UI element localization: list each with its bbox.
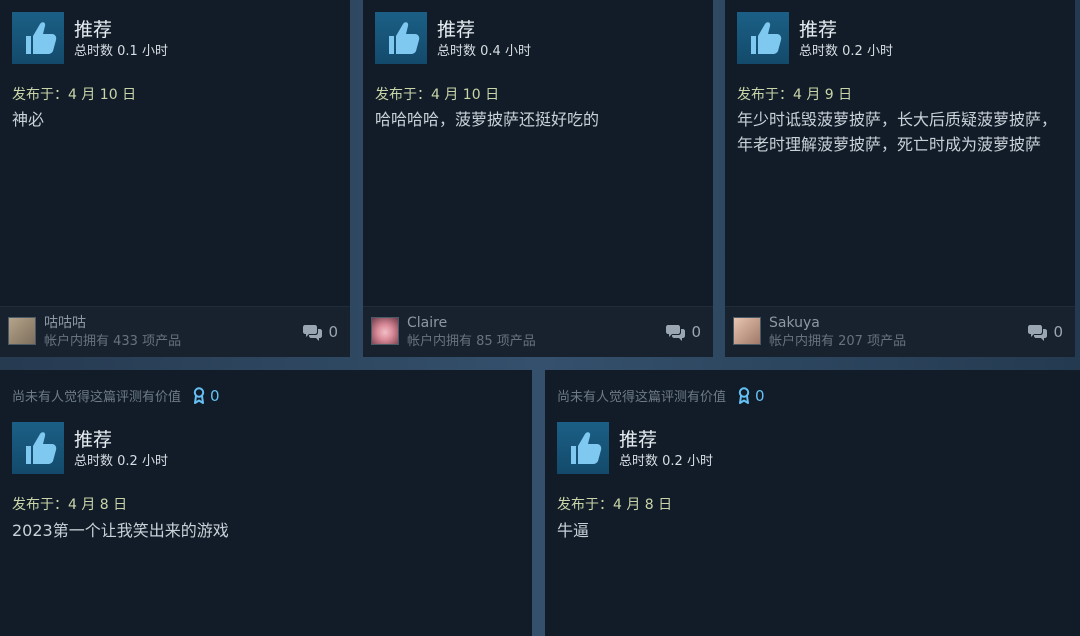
- playtime: 总时数 0.4 小时: [437, 44, 531, 59]
- posted-date: 发布于：4 月 8 日: [557, 497, 673, 513]
- comment-bubble-icon: [303, 324, 323, 341]
- posted-date: 发布于：4 月 9 日: [737, 87, 853, 103]
- review-text-line: 牛逼: [557, 521, 590, 540]
- comments-link[interactable]: 0: [666, 323, 701, 341]
- review-author-bar: Sakuya 帐户内拥有 207 项产品 0: [725, 306, 1075, 357]
- review-header: 推荐 总时数 0.4 小时: [375, 12, 531, 64]
- review-text: 2023第一个让我笑出来的游戏: [12, 518, 229, 543]
- review-card: 推荐 总时数 0.1 小时 发布于：4 月 10 日 神必 咕咕咕 帐户内拥有 …: [0, 0, 350, 357]
- playtime: 总时数 0.2 小时: [619, 454, 713, 469]
- review-text-line: 年老时理解菠萝披萨，死亡时成为菠萝披萨: [737, 135, 1042, 154]
- posted-date: 发布于：4 月 10 日: [12, 87, 137, 103]
- award-button[interactable]: 0: [193, 387, 220, 405]
- reviews-grid: 推荐 总时数 0.1 小时 发布于：4 月 10 日 神必 咕咕咕 帐户内拥有 …: [0, 0, 1080, 636]
- review-text-line: 年少时诋毁菠萝披萨，长大后质疑菠萝披萨，: [737, 110, 1058, 129]
- review-text-line: 哈哈哈哈，菠萝披萨还挺好吃的: [375, 110, 600, 129]
- review-card: 尚未有人觉得这篇评测有价值 0 推荐 总时数 0.2 小时 发布于：4 月 8 …: [545, 370, 1080, 636]
- review-header: 推荐 总时数 0.2 小时: [12, 422, 168, 474]
- award-ribbon-icon: [193, 387, 205, 404]
- review-text: 年少时诋毁菠萝披萨，长大后质疑菠萝披萨， 年老时理解菠萝披萨，死亡时成为菠萝披萨: [737, 107, 1057, 157]
- review-header: 推荐 总时数 0.1 小时: [12, 12, 168, 64]
- products-owned[interactable]: 帐户内拥有 85 项产品: [407, 334, 536, 350]
- author-name[interactable]: Sakuya: [769, 315, 820, 332]
- review-text: 牛逼: [557, 518, 589, 543]
- review-text: 哈哈哈哈，菠萝披萨还挺好吃的: [375, 107, 599, 132]
- comments-link[interactable]: 0: [303, 323, 338, 341]
- author-name[interactable]: 咕咕咕: [44, 315, 86, 332]
- author-name[interactable]: Claire: [407, 315, 447, 332]
- comment-count: 0: [1053, 323, 1063, 341]
- helpful-text: 尚未有人觉得这篇评测有价值: [12, 390, 182, 405]
- helpful-status: 尚未有人觉得这篇评测有价值 0: [12, 386, 220, 406]
- playtime: 总时数 0.2 小时: [74, 454, 168, 469]
- thumbs-up-icon: [12, 12, 64, 64]
- comment-bubble-icon: [666, 324, 686, 341]
- review-header: 推荐 总时数 0.2 小时: [557, 422, 713, 474]
- review-header: 推荐 总时数 0.2 小时: [737, 12, 893, 64]
- review-author-bar: 咕咕咕 帐户内拥有 433 项产品 0: [0, 306, 350, 357]
- review-card: 推荐 总时数 0.4 小时 发布于：4 月 10 日 哈哈哈哈，菠萝披萨还挺好吃…: [363, 0, 713, 357]
- comment-count: 0: [691, 323, 701, 341]
- playtime: 总时数 0.2 小时: [799, 44, 893, 59]
- review-text-line: 神必: [12, 110, 45, 129]
- review-verdict[interactable]: 推荐: [799, 19, 893, 41]
- review-verdict[interactable]: 推荐: [437, 19, 531, 41]
- thumbs-up-icon: [737, 12, 789, 64]
- thumbs-up-icon: [12, 422, 64, 474]
- avatar[interactable]: [733, 317, 761, 345]
- award-ribbon-icon: [738, 387, 750, 404]
- review-author-bar: Claire 帐户内拥有 85 项产品 0: [363, 306, 713, 357]
- review-text: 神必: [12, 107, 44, 132]
- helpful-text: 尚未有人觉得这篇评测有价值: [557, 390, 727, 405]
- award-count: 0: [755, 386, 765, 405]
- avatar[interactable]: [8, 317, 36, 345]
- posted-date: 发布于：4 月 8 日: [12, 497, 128, 513]
- review-text-line: 2023第一个让我笑出来的游戏: [12, 521, 229, 540]
- playtime: 总时数 0.1 小时: [74, 44, 168, 59]
- posted-date: 发布于：4 月 10 日: [375, 87, 500, 103]
- award-count: 0: [210, 386, 220, 405]
- avatar[interactable]: [371, 317, 399, 345]
- thumbs-up-icon: [375, 12, 427, 64]
- comments-link[interactable]: 0: [1028, 323, 1063, 341]
- review-card: 尚未有人觉得这篇评测有价值 0 推荐 总时数 0.2 小时 发布于：4 月 8 …: [0, 370, 532, 636]
- review-verdict[interactable]: 推荐: [74, 19, 168, 41]
- helpful-status: 尚未有人觉得这篇评测有价值 0: [557, 386, 765, 406]
- review-card: 推荐 总时数 0.2 小时 发布于：4 月 9 日 年少时诋毁菠萝披萨，长大后质…: [725, 0, 1075, 357]
- thumbs-up-icon: [557, 422, 609, 474]
- review-verdict[interactable]: 推荐: [74, 429, 168, 451]
- products-owned[interactable]: 帐户内拥有 207 项产品: [769, 334, 906, 350]
- products-owned[interactable]: 帐户内拥有 433 项产品: [44, 334, 181, 350]
- comment-bubble-icon: [1028, 324, 1048, 341]
- review-verdict[interactable]: 推荐: [619, 429, 713, 451]
- award-button[interactable]: 0: [738, 387, 765, 405]
- comment-count: 0: [328, 323, 338, 341]
